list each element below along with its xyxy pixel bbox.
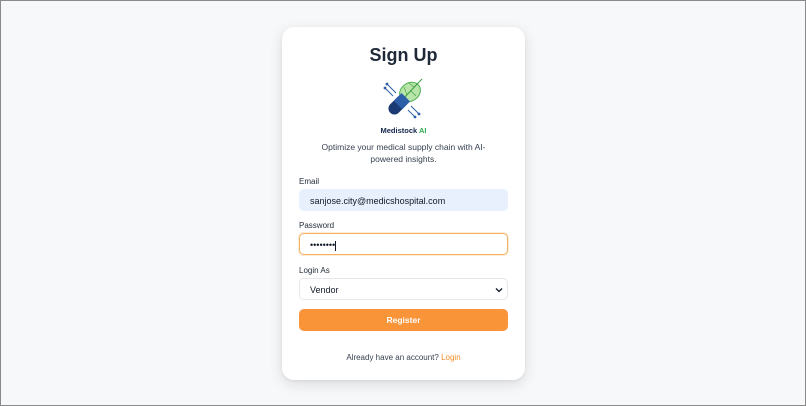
email-field[interactable]: sanjose.city@medicshospital.com — [299, 189, 508, 211]
password-field[interactable]: •••••••• — [299, 233, 508, 255]
tagline: Optimize your medical supply chain with … — [321, 142, 486, 164]
login-prompt-text: Already have an account? — [346, 353, 439, 362]
signup-card: Sign Up Medistock AI Optimize your medic… — [282, 27, 525, 380]
page-title: Sign Up — [369, 45, 438, 65]
text-caret — [335, 240, 337, 251]
medistock-logo-icon — [383, 78, 423, 119]
login-as-label: Login As — [299, 266, 330, 275]
password-masked-value: •••••••• — [310, 240, 336, 250]
login-prompt: Already have an account? Login — [282, 353, 525, 362]
login-as-selected: Vendor — [310, 285, 339, 295]
brand-name-text: Medistock — [380, 126, 418, 135]
brand-name: Medistock AI — [282, 126, 525, 135]
email-label: Email — [299, 177, 320, 186]
login-as-select[interactable]: Vendor — [299, 278, 508, 300]
brand-suffix: AI — [419, 126, 427, 135]
login-link[interactable]: Login — [441, 353, 461, 362]
page-background: Sign Up Medistock AI Optimize your medic… — [0, 0, 806, 406]
email-value: sanjose.city@medicshospital.com — [310, 196, 446, 206]
register-button[interactable]: Register — [299, 309, 508, 331]
chevron-down-icon — [495, 288, 503, 293]
password-label: Password — [299, 221, 335, 230]
